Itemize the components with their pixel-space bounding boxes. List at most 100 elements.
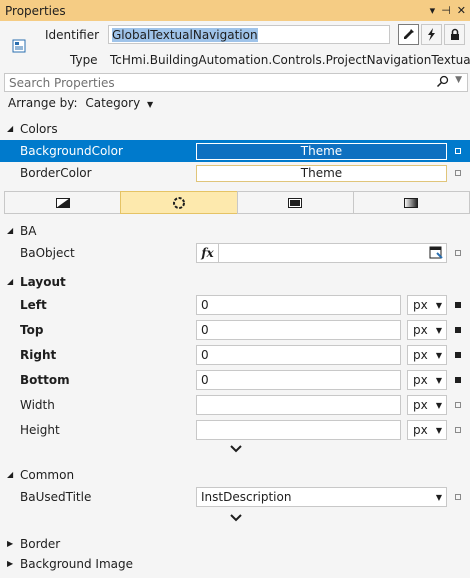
type-value: TcHmi.BuildingAutomation.Controls.Projec… <box>110 53 470 67</box>
function-button[interactable]: fx <box>197 244 219 262</box>
dropdown-arrow-icon: ▼ <box>435 325 442 335</box>
right-unit-select[interactable]: px ▼ <box>407 345 447 365</box>
lock-button[interactable] <box>444 24 465 45</box>
tab-solid-brush[interactable] <box>236 191 354 214</box>
reset-indicator[interactable] <box>455 352 461 358</box>
collapse-icon: ◢ <box>7 124 14 133</box>
unit-text: px <box>413 348 428 362</box>
no-brush-icon <box>55 197 70 208</box>
property-name: Right <box>20 348 57 362</box>
bottom-unit-select[interactable]: px ▼ <box>407 370 447 390</box>
property-name: BaObject <box>20 246 75 260</box>
collapse-icon: ◢ <box>7 277 14 286</box>
events-button[interactable] <box>421 24 442 45</box>
category-background-image[interactable]: ▶ Background Image <box>0 553 470 574</box>
width-unit-select[interactable]: px ▼ <box>407 395 447 415</box>
category-layout[interactable]: ◢ Layout <box>0 271 470 292</box>
reset-indicator[interactable] <box>455 170 461 176</box>
property-row-bottom: Bottom 0 px ▼ <box>0 369 470 391</box>
expand-more-icon[interactable] <box>229 513 243 523</box>
identifier-input[interactable]: GlobalTextualNavigation <box>108 25 390 44</box>
property-row-right: Right 0 px ▼ <box>0 344 470 366</box>
property-row-background-color[interactable]: BackgroundColor Theme <box>0 140 470 162</box>
border-color-value[interactable]: Theme <box>196 164 447 182</box>
theme-brush-icon <box>172 196 185 209</box>
unit-text: px <box>413 298 428 312</box>
top-unit-select[interactable]: px ▼ <box>407 320 447 340</box>
value-text: Theme <box>300 166 343 180</box>
property-row-border-color[interactable]: BorderColor Theme <box>0 162 470 184</box>
dropdown-arrow-icon: ▼ <box>435 350 442 360</box>
category-label: Background Image <box>20 556 133 571</box>
top-input[interactable]: 0 <box>196 320 401 340</box>
reset-indicator[interactable] <box>455 327 461 333</box>
collapse-icon: ◢ <box>7 226 14 235</box>
arrange-by[interactable]: Arrange by: Category ▼ <box>8 96 153 110</box>
expand-more-icon[interactable] <box>229 444 243 454</box>
arrange-value: Category <box>85 96 141 110</box>
reset-indicator[interactable] <box>455 302 461 308</box>
value-text: 0 <box>201 298 209 312</box>
brush-type-tabs <box>4 191 470 214</box>
reset-indicator[interactable] <box>455 402 461 408</box>
reset-indicator[interactable] <box>455 494 461 500</box>
reset-indicator[interactable] <box>455 427 461 433</box>
value-text: Theme <box>300 144 343 158</box>
property-name: BorderColor <box>20 166 92 180</box>
category-ba[interactable]: ◢ BA <box>0 220 470 241</box>
reset-indicator[interactable] <box>455 250 461 256</box>
left-unit-select[interactable]: px ▼ <box>407 295 447 315</box>
collapse-icon: ◢ <box>7 470 14 479</box>
unit-text: px <box>413 373 428 387</box>
type-label: Type <box>70 53 98 67</box>
arrange-dropdown-icon: ▼ <box>147 100 154 109</box>
baobject-input[interactable]: fx <box>196 243 447 263</box>
wrench-icon <box>404 29 414 39</box>
reset-indicator[interactable] <box>455 377 461 383</box>
background-color-value[interactable]: Theme <box>196 142 447 160</box>
property-name: Width <box>20 398 55 412</box>
gradient-brush-icon <box>404 197 419 208</box>
close-icon[interactable]: ✕ <box>457 4 466 17</box>
right-input[interactable]: 0 <box>196 345 401 365</box>
search-placeholder: Search Properties <box>9 75 115 90</box>
tab-theme-brush[interactable] <box>120 191 238 214</box>
value-text: 0 <box>201 348 209 362</box>
value-text: 0 <box>201 373 209 387</box>
pin-icon[interactable]: ⊣ <box>441 4 451 17</box>
identifier-label: Identifier <box>45 28 100 42</box>
panel-title: Properties <box>5 3 66 18</box>
category-border[interactable]: ▶ Border <box>0 533 470 554</box>
height-input[interactable] <box>196 420 401 440</box>
dropdown-arrow-icon: ▼ <box>435 425 442 435</box>
dropdown-arrow-icon: ▼ <box>435 375 442 385</box>
search-options-icon[interactable]: ▼ <box>455 75 462 85</box>
search-box[interactable]: Search Properties ▼ <box>4 73 468 92</box>
dropdown-arrow-icon: ▼ <box>435 492 442 502</box>
category-common[interactable]: ◢ Common <box>0 464 470 485</box>
tab-gradient-brush[interactable] <box>352 191 470 214</box>
height-unit-select[interactable]: px ▼ <box>407 420 447 440</box>
expand-icon: ▶ <box>7 559 14 568</box>
width-input[interactable] <box>196 395 401 415</box>
left-input[interactable]: 0 <box>196 295 401 315</box>
property-row-left: Left 0 px ▼ <box>0 294 470 316</box>
search-icon[interactable] <box>436 75 449 88</box>
category-colors[interactable]: ◢ Colors <box>0 118 470 139</box>
dropdown-icon[interactable]: ▾ <box>430 4 436 17</box>
tab-no-brush[interactable] <box>4 191 122 214</box>
property-row-width: Width px ▼ <box>0 394 470 416</box>
property-row-top: Top 0 px ▼ <box>0 319 470 341</box>
bottom-input[interactable]: 0 <box>196 370 401 390</box>
unit-text: px <box>413 323 428 337</box>
property-name: Left <box>20 298 47 312</box>
reset-indicator[interactable] <box>455 148 461 154</box>
edit-dialog-icon[interactable] <box>429 245 444 260</box>
properties-button[interactable] <box>398 24 419 45</box>
property-name: BaUsedTitle <box>20 490 92 504</box>
value-text: InstDescription <box>201 490 292 504</box>
baused-title-select[interactable]: InstDescription ▼ <box>196 487 447 507</box>
lock-icon <box>450 28 459 40</box>
category-label: Common <box>20 467 75 482</box>
property-name: Top <box>20 323 44 337</box>
